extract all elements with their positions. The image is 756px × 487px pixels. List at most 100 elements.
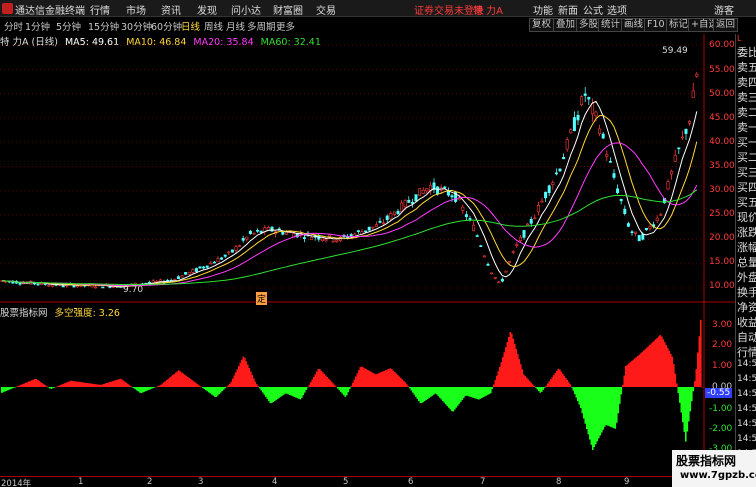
candle-body xyxy=(47,284,51,287)
indicator-bar xyxy=(223,387,225,390)
indicator-bar xyxy=(124,381,126,387)
indicator-bar xyxy=(682,387,684,423)
indicator-bar xyxy=(251,374,254,387)
indicator-bar xyxy=(562,373,564,387)
indicator-bar xyxy=(545,385,548,387)
indicator-bar xyxy=(503,352,506,387)
indicator-bar xyxy=(155,386,158,388)
candle-body xyxy=(634,231,638,234)
indicator-bar xyxy=(88,383,90,387)
indicator-bar xyxy=(392,370,395,387)
candle-body xyxy=(418,188,422,196)
indicator-bar xyxy=(473,387,476,399)
indicator-bar xyxy=(524,376,527,387)
indicator-bar xyxy=(133,387,135,389)
indicator-bar xyxy=(343,387,345,396)
indicator-bar xyxy=(7,387,9,391)
indicator-bar xyxy=(593,387,596,448)
indicator-bar xyxy=(659,334,662,387)
candle-body xyxy=(482,255,486,258)
indicator-bar xyxy=(412,387,414,393)
candle-body xyxy=(425,188,429,192)
candle-body xyxy=(486,263,490,266)
indicator-bar xyxy=(550,379,552,387)
ma-lines xyxy=(1,100,698,288)
indicator-bar xyxy=(316,371,318,387)
indicator-bar xyxy=(299,387,302,400)
indicator-bar xyxy=(275,387,278,400)
indicator-bar xyxy=(232,378,234,387)
indicator-bar xyxy=(356,373,359,387)
indicator-bar xyxy=(52,387,54,389)
indicator-bar xyxy=(377,373,380,387)
candle-body xyxy=(194,268,198,272)
candle-body xyxy=(500,278,504,282)
indicator-bar xyxy=(49,387,51,389)
indicator-bar xyxy=(25,382,27,387)
time-tick: 4 xyxy=(272,477,278,487)
candle-body xyxy=(378,220,382,223)
indicator-bar xyxy=(89,383,92,387)
indicator-bar xyxy=(568,382,570,387)
indicator-bar xyxy=(496,375,498,387)
indicator-bar xyxy=(611,387,614,428)
indicator-bar xyxy=(331,381,333,387)
indicator-bar xyxy=(418,387,420,401)
indicator-bar xyxy=(170,376,173,387)
indicator-bar xyxy=(505,347,507,387)
indicator-bar xyxy=(145,387,147,392)
indicator-bar xyxy=(586,387,588,429)
indicator-bar xyxy=(169,377,171,387)
candle-body xyxy=(187,271,191,275)
indicator-bar xyxy=(635,357,638,387)
indicator-bar xyxy=(380,372,383,387)
candle-body xyxy=(677,147,681,150)
indicator-bar xyxy=(388,368,390,387)
indicator-bar xyxy=(664,342,666,387)
indicator-bar xyxy=(694,381,696,387)
indicator-bar xyxy=(271,387,273,404)
indicator-bar xyxy=(65,382,68,387)
candle-body xyxy=(414,194,418,202)
indicator-bar xyxy=(224,387,227,389)
event-marker[interactable]: 定 xyxy=(256,292,268,305)
indicator-bar xyxy=(344,387,347,397)
indicator-bar xyxy=(130,385,132,387)
quote-panel-item: 卖五 xyxy=(737,61,756,74)
indicator-bar xyxy=(98,384,101,387)
candle-body xyxy=(688,121,692,124)
indicator-bar xyxy=(305,387,308,390)
indicator-bar xyxy=(406,384,408,387)
indicator-bar xyxy=(280,387,282,397)
indicator-bar xyxy=(427,387,429,399)
indicator-bar xyxy=(482,387,485,398)
indicator-bar xyxy=(353,379,356,387)
quote-panel-item: 买三 xyxy=(737,166,756,179)
indicator-bar xyxy=(604,387,606,427)
indicator-bar xyxy=(422,387,425,403)
indicator-bar xyxy=(125,382,128,387)
indicator-bar xyxy=(685,387,687,442)
indicator-bar xyxy=(26,382,29,387)
indicator-bar xyxy=(260,387,263,391)
kline-chart[interactable] xyxy=(0,0,735,476)
indicator-bar xyxy=(523,374,525,387)
indicator-bar xyxy=(686,387,689,432)
indicator-bar xyxy=(293,387,296,397)
candle-body xyxy=(421,189,425,194)
indicator-bar xyxy=(212,387,215,396)
indicator-bar xyxy=(629,362,632,387)
indicator-bar xyxy=(653,340,656,387)
indicator-bar xyxy=(376,373,378,387)
candle-body xyxy=(616,188,620,194)
indicator-bar xyxy=(352,382,354,387)
indicator-bar xyxy=(314,374,317,387)
indicator-bar xyxy=(104,383,107,387)
indicator-bar xyxy=(458,387,461,404)
time-tick: 8 xyxy=(556,477,562,487)
indicator-bar xyxy=(667,347,669,387)
indicator-bar xyxy=(265,387,267,397)
quote-panel-item: 净资 xyxy=(737,301,756,314)
indicator-bar xyxy=(203,387,206,390)
indicator-bar xyxy=(578,387,581,405)
